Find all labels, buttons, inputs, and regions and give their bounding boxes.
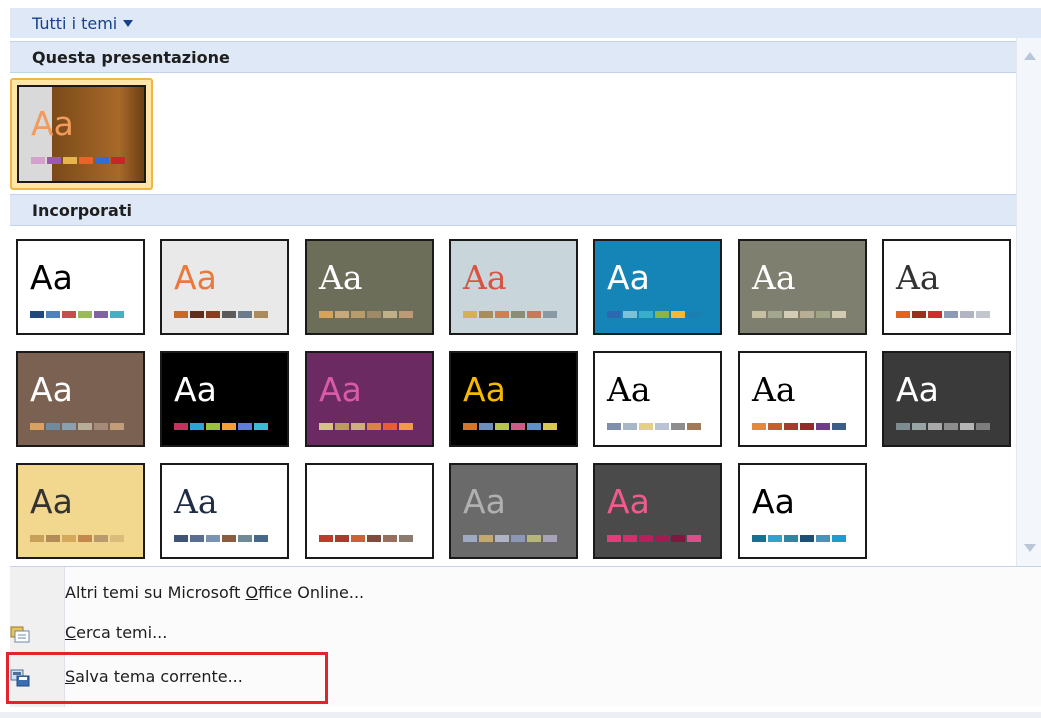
all-themes-dropdown[interactable]: Tutti i temi bbox=[10, 8, 1041, 38]
theme-civic[interactable]: Aa bbox=[449, 239, 578, 335]
theme-median[interactable]: Aa bbox=[160, 351, 289, 447]
section-header-built-in: Incorporati bbox=[10, 194, 1016, 226]
theme-color-swatches bbox=[752, 311, 846, 318]
dropdown-arrow-icon bbox=[123, 19, 134, 27]
theme-color-swatches bbox=[319, 423, 413, 430]
theme-sample-text: Aa bbox=[30, 370, 73, 409]
theme-color-swatches bbox=[463, 535, 557, 542]
theme-sample-text: Aa bbox=[30, 482, 73, 521]
theme-metro[interactable]: Aa bbox=[305, 351, 434, 447]
theme-sample-text: Aa bbox=[607, 370, 651, 409]
annotation-highlight bbox=[6, 652, 328, 704]
theme-color-swatches bbox=[30, 423, 124, 430]
theme-office[interactable]: Aa bbox=[16, 239, 145, 335]
theme-sample-text: Aa bbox=[607, 482, 650, 521]
theme-urban[interactable]: Aa bbox=[593, 463, 722, 559]
theme-foundry[interactable]: Aa bbox=[16, 351, 145, 447]
theme-sample-text: Aa bbox=[30, 258, 73, 297]
theme-sample-text: Aa bbox=[174, 370, 217, 409]
theme-sample-text: Aa bbox=[319, 258, 363, 297]
all-themes-label: Tutti i temi bbox=[32, 13, 118, 33]
theme-sample-text: Aa bbox=[752, 258, 796, 297]
theme-color-swatches bbox=[896, 423, 990, 430]
theme-sample-text: Aa bbox=[463, 370, 506, 409]
theme-sample-text: Aa bbox=[174, 482, 218, 521]
theme-color-swatches bbox=[319, 535, 413, 542]
section-label: Incorporati bbox=[32, 200, 132, 220]
section-header-this-presentation: Questa presentazione bbox=[10, 41, 1016, 73]
theme-aspect[interactable]: Aa bbox=[305, 239, 434, 335]
theme-color-swatches bbox=[31, 157, 125, 164]
current-theme-thumbnail[interactable]: Aa bbox=[17, 85, 146, 183]
theme-sample-text: Aa bbox=[319, 482, 362, 521]
theme-origin[interactable]: Aa bbox=[882, 351, 1011, 447]
theme-sample-text: Aa bbox=[31, 104, 74, 143]
theme-color-swatches bbox=[752, 535, 846, 542]
browse-folder-icon bbox=[10, 626, 30, 643]
gallery-scrollbar[interactable] bbox=[1016, 38, 1041, 566]
theme-equity[interactable]: Aa bbox=[738, 239, 867, 335]
browse-themes-command[interactable]: Cerca temi... bbox=[65, 621, 167, 645]
scroll-up-arrow-icon[interactable] bbox=[1024, 52, 1036, 60]
scroll-down-arrow-icon[interactable] bbox=[1024, 544, 1036, 552]
theme-color-swatches bbox=[752, 423, 846, 430]
theme-color-swatches bbox=[607, 535, 701, 542]
current-theme-selected[interactable]: Aa bbox=[10, 78, 153, 190]
theme-sample-text: Aa bbox=[174, 258, 217, 297]
theme-paper[interactable]: Aa bbox=[16, 463, 145, 559]
theme-sample-text: Aa bbox=[607, 258, 650, 297]
theme-color-swatches bbox=[463, 311, 557, 318]
theme-trek[interactable]: Aa bbox=[449, 463, 578, 559]
theme-concourse[interactable]: Aa bbox=[593, 239, 722, 335]
theme-oriel[interactable]: Aa bbox=[738, 351, 867, 447]
theme-solstice[interactable]: Aa bbox=[160, 463, 289, 559]
window-bottom-edge bbox=[0, 712, 1041, 718]
theme-technic[interactable]: Aa bbox=[305, 463, 434, 559]
theme-color-swatches bbox=[896, 311, 990, 318]
theme-color-swatches bbox=[30, 535, 124, 542]
theme-color-swatches bbox=[463, 423, 557, 430]
theme-sample-text: Aa bbox=[752, 370, 796, 409]
theme-sample-text: Aa bbox=[319, 370, 362, 409]
theme-sample-text: Aa bbox=[463, 258, 507, 297]
theme-color-swatches bbox=[30, 311, 124, 318]
section-label: Questa presentazione bbox=[32, 47, 230, 67]
theme-module[interactable]: Aa bbox=[449, 351, 578, 447]
theme-verve[interactable]: Aa bbox=[738, 463, 867, 559]
theme-sample-text: Aa bbox=[896, 370, 939, 409]
theme-color-swatches bbox=[607, 423, 701, 430]
theme-sample-text: Aa bbox=[752, 482, 795, 521]
theme-flow[interactable]: Aa bbox=[882, 239, 1011, 335]
theme-color-swatches bbox=[174, 535, 268, 542]
theme-sample-text: Aa bbox=[896, 258, 940, 297]
theme-opulent[interactable]: Aa bbox=[593, 351, 722, 447]
theme-sample-text: Aa bbox=[463, 482, 506, 521]
theme-color-swatches bbox=[319, 311, 413, 318]
theme-color-swatches bbox=[174, 311, 268, 318]
theme-apex[interactable]: Aa bbox=[160, 239, 289, 335]
theme-color-swatches bbox=[607, 311, 701, 318]
theme-color-swatches bbox=[174, 423, 268, 430]
more-themes-online-command[interactable]: Altri temi su Microsoft Office Online... bbox=[65, 581, 364, 605]
